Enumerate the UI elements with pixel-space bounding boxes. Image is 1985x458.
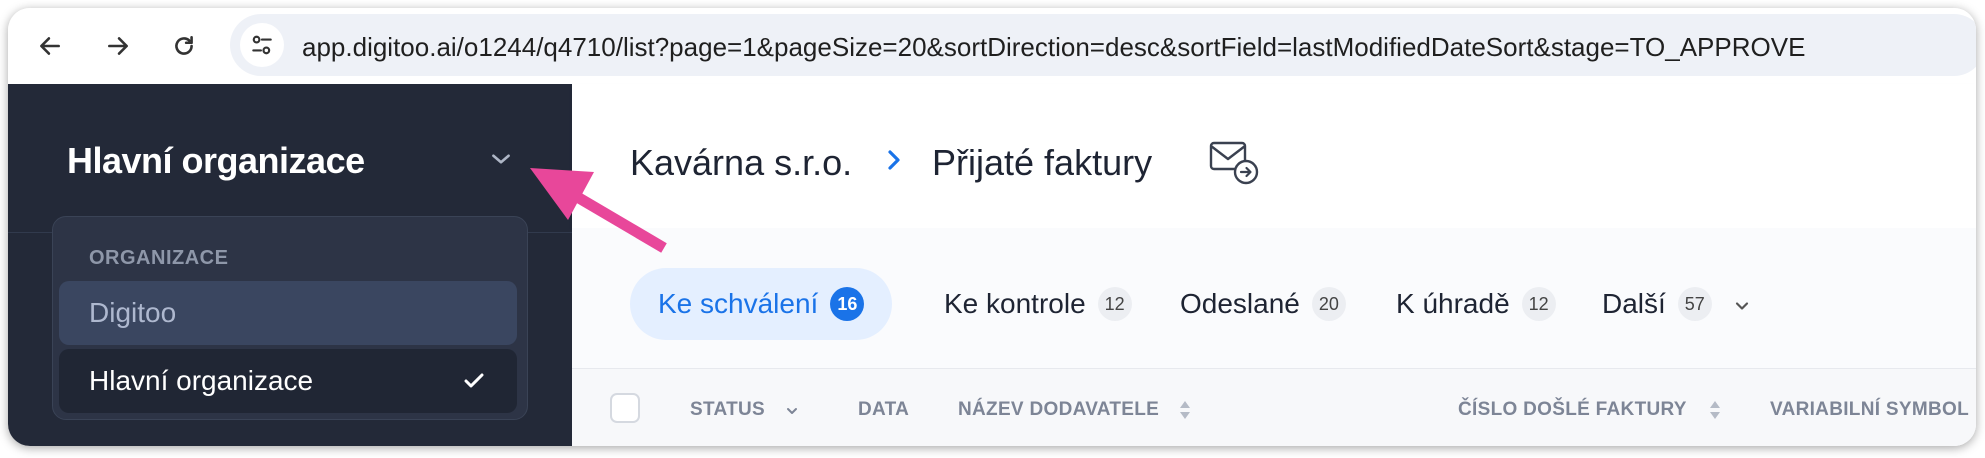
stage-tabs: Ke schválení 16 Ke kontrole 12 Odeslané … bbox=[572, 228, 1976, 368]
main-content: Kavárna s.r.o. Přijaté faktury Ke schvál… bbox=[572, 84, 1976, 446]
organization-switcher-label[interactable]: Hlavní organizace bbox=[67, 140, 365, 182]
address-bar[interactable]: app.digitoo.ai/o1244/q4710/list?page=1&p… bbox=[230, 14, 1976, 76]
organization-option-digitoo[interactable]: Digitoo bbox=[59, 281, 517, 345]
mail-forward-icon[interactable] bbox=[1208, 140, 1260, 186]
option-label: Digitoo bbox=[89, 297, 177, 328]
tab-label: K úhradě bbox=[1396, 288, 1510, 319]
browser-window: app.digitoo.ai/o1244/q4710/list?page=1&p… bbox=[8, 8, 1976, 446]
organization-dropdown: ORGANIZACE Digitoo Hlavní organizace bbox=[52, 216, 528, 420]
tab-label: Ke schválení bbox=[658, 288, 819, 319]
arrow-right-icon bbox=[108, 37, 128, 55]
tab-k-uhrade[interactable]: K úhradě 12 bbox=[1396, 268, 1556, 340]
url-text: app.digitoo.ai/o1244/q4710/list?page=1&p… bbox=[302, 32, 1806, 62]
chevron-right-icon bbox=[888, 150, 900, 170]
tab-odeslane[interactable]: Odeslané 20 bbox=[1180, 268, 1346, 340]
chevron-down-icon[interactable] bbox=[1732, 296, 1752, 316]
annotation-arrow bbox=[530, 168, 667, 253]
column-header-invoice-number[interactable]: ČÍSLO DOŠLÉ FAKTURY bbox=[1458, 399, 1687, 421]
tab-ke-schvaleni[interactable]: Ke schválení 16 bbox=[630, 268, 893, 340]
tab-dalsi[interactable]: Další 57 bbox=[1602, 268, 1712, 340]
browser-toolbar: app.digitoo.ai/o1244/q4710/list?page=1&p… bbox=[8, 8, 1976, 84]
page-title: Přijaté faktury bbox=[932, 142, 1153, 183]
tab-label: Odeslané bbox=[1180, 288, 1300, 319]
tune-icon bbox=[252, 35, 272, 55]
arrow-left-icon bbox=[40, 37, 60, 55]
tab-label: Další bbox=[1602, 288, 1666, 319]
reload-button[interactable] bbox=[166, 28, 202, 64]
reload-icon bbox=[175, 36, 193, 55]
select-all-checkbox[interactable] bbox=[610, 393, 640, 423]
column-header-data[interactable]: DATA bbox=[858, 399, 909, 421]
checkmark-icon bbox=[464, 373, 484, 388]
column-header-variable-symbol[interactable]: VARIABILNÍ SYMBOL bbox=[1770, 399, 1969, 421]
count-badge: 20 bbox=[1311, 287, 1346, 321]
table-header: STATUS DATA NÁZEV DODAVATELE ČÍSLO DOŠLÉ… bbox=[572, 368, 1976, 446]
page-header: Kavárna s.r.o. Přijaté faktury bbox=[572, 84, 1976, 229]
sidebar: Hlavní organizace ORGANIZACE Digitoo Hla… bbox=[8, 84, 572, 446]
column-header-status[interactable]: STATUS bbox=[690, 399, 765, 421]
count-badge: 12 bbox=[1521, 287, 1556, 321]
dropdown-section-label: ORGANIZACE bbox=[89, 247, 229, 269]
back-button[interactable] bbox=[32, 28, 68, 64]
site-info-button[interactable] bbox=[240, 23, 284, 67]
tab-ke-kontrole[interactable]: Ke kontrole 12 bbox=[944, 268, 1132, 340]
tab-label: Ke kontrole bbox=[944, 288, 1086, 319]
option-label: Hlavní organizace bbox=[89, 365, 314, 396]
organization-option-hlavni[interactable]: Hlavní organizace bbox=[59, 349, 517, 413]
count-badge: 12 bbox=[1097, 287, 1132, 321]
count-badge: 57 bbox=[1677, 287, 1712, 321]
forward-button[interactable] bbox=[100, 28, 136, 64]
column-header-supplier[interactable]: NÁZEV DODAVATELE bbox=[958, 399, 1159, 421]
chevron-down-icon[interactable] bbox=[488, 146, 514, 172]
count-badge: 16 bbox=[830, 287, 865, 321]
chevron-down-icon[interactable] bbox=[784, 403, 800, 419]
sort-icon[interactable] bbox=[1708, 399, 1722, 421]
sort-icon[interactable] bbox=[1178, 399, 1192, 421]
